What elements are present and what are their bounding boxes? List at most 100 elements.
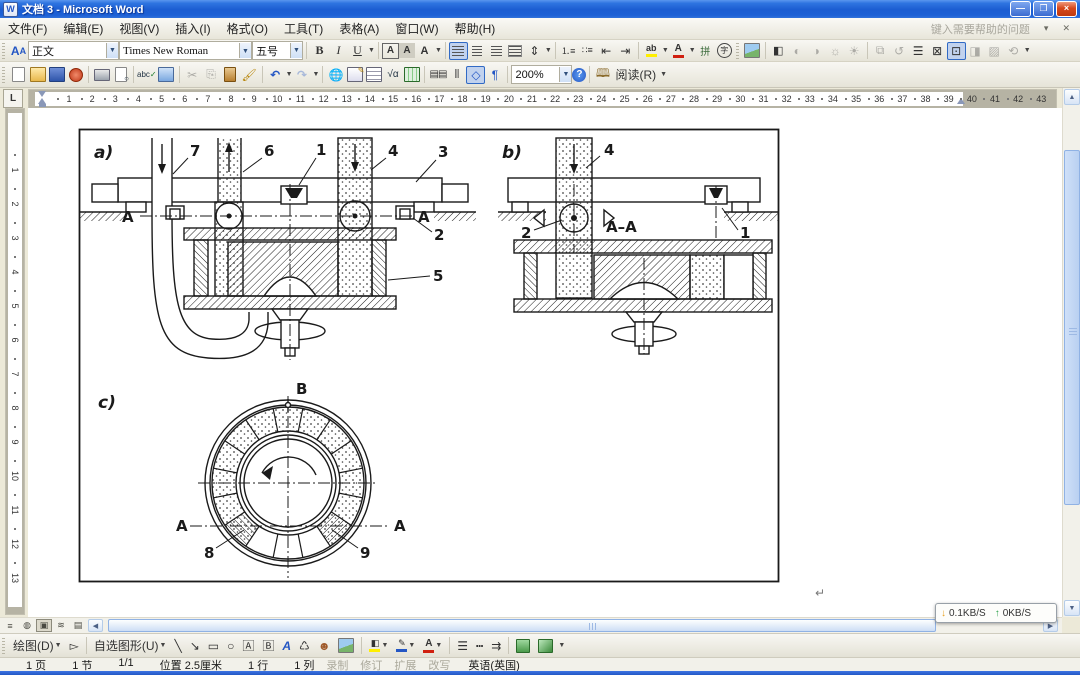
font-combo[interactable]: Times New Roman▼: [119, 41, 252, 60]
underline-button[interactable]: U: [348, 42, 367, 60]
bullets-button[interactable]: ∷≡: [578, 42, 597, 60]
toolbar-grip[interactable]: [736, 43, 739, 59]
insert-table-icon[interactable]: [364, 66, 383, 84]
chevron-down-icon[interactable]: ▼: [239, 43, 251, 58]
horizontal-scrollbar[interactable]: ≡ ◍ ▣ ≋ ▤ ◀ ▶: [0, 617, 1062, 633]
redo-dropdown-icon[interactable]: ▼: [313, 71, 320, 78]
decrease-indent-button[interactable]: ⇤: [597, 42, 616, 60]
paste-icon[interactable]: [221, 66, 240, 84]
restore-button[interactable]: ❐: [1033, 1, 1054, 17]
tab-selector[interactable]: L: [3, 89, 23, 108]
character-shading-button[interactable]: A: [399, 43, 415, 58]
more-contrast-icon[interactable]: ◐: [788, 42, 807, 60]
document-map-icon[interactable]: ⫼: [447, 66, 466, 84]
select-objects-icon[interactable]: ▻: [66, 636, 83, 655]
toolbar-options-icon[interactable]: ▼: [1024, 47, 1031, 54]
help-icon[interactable]: ?: [572, 68, 586, 82]
insert-picture-icon[interactable]: [334, 636, 358, 655]
text-box-icon[interactable]: 🄰: [238, 636, 258, 655]
open-icon[interactable]: [28, 66, 47, 84]
character-border-button[interactable]: A: [382, 43, 399, 59]
menu-item[interactable]: 格式(O): [219, 18, 276, 39]
copy-icon[interactable]: ⎘: [202, 66, 221, 84]
scroll-down-icon[interactable]: ▼: [1064, 600, 1080, 616]
crop-icon[interactable]: ⧉: [871, 42, 890, 60]
equation-editor-icon[interactable]: √α: [383, 66, 402, 84]
rectangle-tool-icon[interactable]: ▭: [204, 636, 223, 655]
columns-icon[interactable]: ▤▤: [428, 66, 447, 84]
scroll-left-icon[interactable]: ◀: [88, 619, 103, 632]
close-button[interactable]: ×: [1056, 1, 1077, 17]
permission-icon[interactable]: [66, 66, 85, 84]
rotate-left-icon[interactable]: ↺: [890, 42, 909, 60]
print-layout-view-button[interactable]: ▣: [36, 619, 52, 632]
undo-dropdown-icon[interactable]: ▼: [286, 71, 293, 78]
research-icon[interactable]: [157, 66, 176, 84]
menu-item[interactable]: 窗口(W): [387, 18, 446, 39]
character-scale-button[interactable]: A: [415, 42, 434, 60]
oval-tool-icon[interactable]: ○: [223, 636, 238, 655]
line-style-icon[interactable]: ☰: [453, 636, 472, 655]
toolbar-options-icon[interactable]: ▼: [660, 71, 667, 78]
vertical-ruler[interactable]: 12345678910111213: [5, 108, 25, 615]
horizontal-ruler[interactable]: 1234567891011121314151617181920212223242…: [28, 89, 1057, 109]
set-transparent-color-icon[interactable]: ▨: [985, 42, 1004, 60]
line-spacing-button[interactable]: ⇕: [525, 42, 544, 60]
toolbar-grip[interactable]: [2, 43, 5, 59]
line-color-icon[interactable]: ✎▼: [392, 636, 419, 655]
text-wrapping-icon[interactable]: ⊡: [947, 42, 966, 60]
autoshapes-menu-button[interactable]: 自选图形(U)▼: [90, 636, 171, 655]
line-style-icon[interactable]: ☰: [909, 42, 928, 60]
print-icon[interactable]: [92, 66, 111, 84]
menu-close-icon[interactable]: ✕: [1062, 23, 1070, 34]
format-picture-icon[interactable]: ◨: [966, 42, 985, 60]
menu-item[interactable]: 文件(F): [0, 18, 55, 39]
chevron-down-icon[interactable]: ▼: [106, 43, 118, 58]
wordart-icon[interactable]: A: [278, 636, 295, 655]
save-icon[interactable]: [47, 66, 66, 84]
reading-view-button[interactable]: ▤: [70, 619, 86, 632]
character-scale-dropdown-icon[interactable]: ▼: [435, 47, 442, 54]
toolbar-grip[interactable]: [2, 67, 5, 83]
compress-pictures-icon[interactable]: ⊠: [928, 42, 947, 60]
toolbar-options-icon[interactable]: ▼: [558, 642, 565, 649]
arrow-tool-icon[interactable]: ↘: [186, 636, 204, 655]
bold-button[interactable]: B: [310, 42, 329, 60]
less-brightness-icon[interactable]: ☀: [845, 42, 864, 60]
style-combo[interactable]: 正文▼: [28, 41, 119, 60]
reading-layout-button[interactable]: 阅读(R): [612, 66, 659, 84]
distribute-button[interactable]: [506, 42, 525, 60]
vertical-scrollbar[interactable]: ▲ ▼: [1062, 88, 1080, 617]
menu-item[interactable]: 编辑(E): [55, 18, 111, 39]
3d-style-icon[interactable]: [534, 636, 557, 655]
numbering-button[interactable]: ⒈≡: [559, 42, 578, 60]
font-color-icon[interactable]: A▼: [419, 636, 446, 655]
line-tool-icon[interactable]: ╲: [170, 636, 185, 655]
align-right-button[interactable]: [487, 42, 506, 60]
shadow-style-icon[interactable]: [512, 636, 534, 655]
arrow-style-icon[interactable]: ⇉: [487, 636, 505, 655]
cut-icon[interactable]: ✂: [183, 66, 202, 84]
scroll-up-icon[interactable]: ▲: [1064, 89, 1080, 105]
reset-picture-icon[interactable]: ⟲: [1004, 42, 1023, 60]
document-page[interactable]: a) 7 6 1 4 3 2 5 A A: [28, 108, 1062, 617]
menu-item[interactable]: 插入(I): [167, 18, 218, 39]
show-hide-marks-icon[interactable]: ¶: [485, 66, 504, 84]
underline-dropdown-icon[interactable]: ▼: [368, 47, 375, 54]
phonetic-guide-button[interactable]: 拼: [696, 42, 715, 60]
web-layout-view-button[interactable]: ◍: [19, 619, 35, 632]
zoom-combo[interactable]: 200%▼: [511, 65, 572, 84]
clip-art-icon[interactable]: ☻: [314, 636, 335, 655]
menu-item[interactable]: 表格(A): [331, 18, 387, 39]
format-painter-icon[interactable]: 🖌: [240, 66, 259, 84]
less-contrast-icon[interactable]: ◑: [807, 42, 826, 60]
justify-button[interactable]: [449, 42, 468, 60]
styles-and-formatting-icon[interactable]: AA: [9, 42, 28, 60]
undo-icon[interactable]: ↶: [266, 66, 285, 84]
toolbar-grip[interactable]: [2, 638, 5, 654]
outline-view-button[interactable]: ≋: [53, 619, 69, 632]
draw-menu-button[interactable]: 绘图(D)▼: [9, 636, 66, 655]
color-mode-icon[interactable]: ◧: [769, 42, 788, 60]
help-dropdown-icon[interactable]: ▾: [1044, 23, 1049, 34]
horizontal-scroll-thumb[interactable]: [108, 619, 936, 632]
